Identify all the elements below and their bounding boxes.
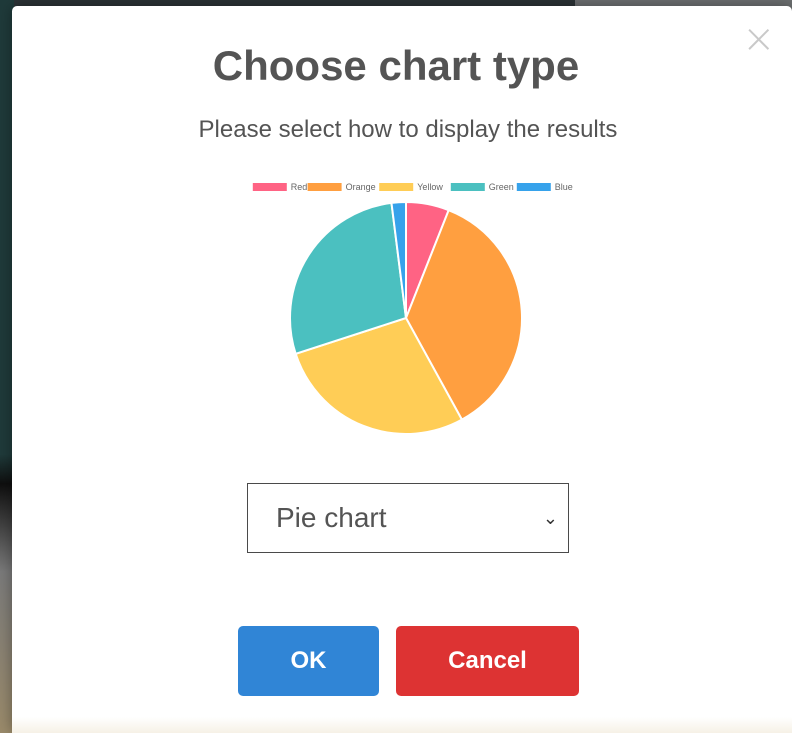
legend-swatch-yellow[interactable] bbox=[379, 183, 414, 191]
pie-chart: Red Orange Yellow Green Blue bbox=[252, 182, 573, 435]
legend-label-blue: Blue bbox=[555, 182, 573, 192]
chevron-down-icon: ⌄ bbox=[542, 508, 558, 528]
dialog-subtitle: Please select how to display the results bbox=[198, 116, 618, 143]
legend-label-orange: Orange bbox=[346, 182, 376, 192]
legend-label-green: Green bbox=[489, 182, 514, 192]
legend-swatch-blue[interactable] bbox=[516, 183, 551, 191]
dialog-title: Choose chart type bbox=[212, 42, 580, 89]
cancel-button[interactable]: Cancel bbox=[396, 626, 579, 696]
backdrop-bottom bbox=[12, 717, 792, 733]
pie-slices bbox=[289, 200, 523, 435]
chart-type-select[interactable]: Pie chart ⌄ bbox=[247, 483, 569, 553]
legend-swatch-red[interactable] bbox=[252, 183, 287, 191]
legend-label-red: Red bbox=[291, 182, 308, 192]
ok-button[interactable]: OK bbox=[238, 626, 379, 696]
legend-swatch-orange[interactable] bbox=[307, 183, 342, 191]
legend-swatch-green[interactable] bbox=[450, 183, 485, 191]
chart-type-select-value: Pie chart bbox=[276, 502, 387, 533]
chart-legend: Red Orange Yellow Green Blue bbox=[252, 182, 573, 192]
legend-label-yellow: Yellow bbox=[417, 182, 443, 192]
